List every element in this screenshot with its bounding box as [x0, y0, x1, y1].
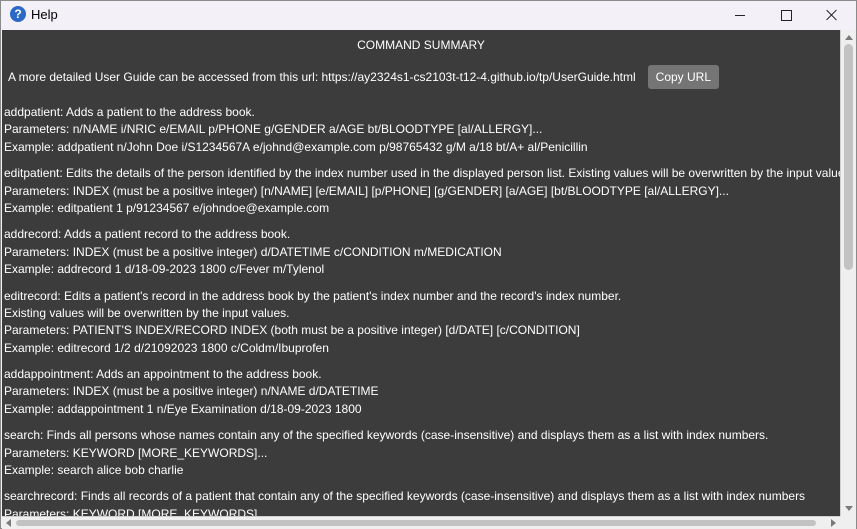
command-line: Parameters: KEYWORD [MORE_KEYWORDS]... — [4, 445, 268, 460]
help-window: ? Help COMMAND SUMMARY A more detailed U… — [0, 0, 857, 529]
scrollbar-corner — [840, 516, 856, 529]
command-block: editpatient: Edits the details of the pe… — [4, 165, 840, 217]
help-question-icon: ? — [10, 6, 26, 22]
command-line: searchrecord: Finds all records of a pat… — [4, 489, 806, 504]
horizontal-scrollbar[interactable] — [2, 516, 840, 529]
command-block: search: Finds all persons whose names co… — [4, 427, 840, 479]
command-line: Example: editrecord 1/2 d/21092023 1800 … — [4, 340, 329, 355]
command-line: addrecord: Adds a patient record to the … — [4, 227, 291, 242]
scroll-up-arrow-icon[interactable] — [845, 35, 853, 40]
command-line: editrecord: Edits a patient's record in … — [4, 288, 622, 303]
command-line: Parameters: INDEX (must be a positive in… — [4, 183, 729, 198]
copy-url-button[interactable]: Copy URL — [647, 65, 720, 89]
command-line: Example: addrecord 1 d/18-09-2023 1800 c… — [4, 262, 325, 277]
command-line: Parameters: INDEX (must be a positive in… — [4, 244, 502, 259]
command-line: search: Finds all persons whose names co… — [4, 428, 769, 443]
command-line: Example: editpatient 1 p/91234567 e/john… — [4, 200, 330, 215]
command-block: addrecord: Adds a patient record to the … — [4, 226, 840, 278]
command-block: addpatient: Adds a patient to the addres… — [4, 104, 840, 156]
command-block: editrecord: Edits a patient's record in … — [4, 288, 840, 358]
scroll-left-arrow-icon[interactable] — [6, 519, 11, 527]
window-title: Help — [31, 7, 58, 22]
command-line: Parameters: n/NAME i/NRIC e/EMAIL p/PHON… — [4, 122, 543, 137]
command-line: Parameters: INDEX (must be a positive in… — [4, 384, 379, 399]
command-line: addappointment: Adds an appointment to t… — [4, 367, 322, 382]
command-line: Parameters: PATIENT'S INDEX/RECORD INDEX… — [4, 323, 580, 338]
close-icon — [826, 9, 838, 21]
horizontal-scroll-thumb[interactable] — [16, 520, 816, 526]
minimize-button[interactable] — [717, 1, 763, 29]
maximize-icon — [780, 9, 792, 21]
command-block: searchrecord: Finds all records of a pat… — [4, 488, 840, 516]
vertical-scrollbar[interactable] — [840, 30, 856, 516]
help-content: COMMAND SUMMARY A more detailed User Gui… — [2, 30, 840, 516]
command-line: Existing values will be overwritten by t… — [4, 305, 290, 320]
command-line: editpatient: Edits the details of the pe… — [4, 166, 840, 181]
minimize-icon — [735, 14, 745, 16]
scroll-right-arrow-icon[interactable] — [831, 519, 836, 527]
maximize-button[interactable] — [763, 1, 809, 29]
command-line: Example: addappointment 1 n/Eye Examinat… — [4, 401, 362, 416]
user-guide-url-text: A more detailed User Guide can be access… — [8, 70, 636, 84]
command-block: addappointment: Adds an appointment to t… — [4, 366, 840, 418]
vertical-scroll-thumb[interactable] — [844, 44, 853, 270]
url-row: A more detailed User Guide can be access… — [8, 65, 720, 89]
command-line: Parameters: KEYWORD [MORE_KEYWORDS]... — [4, 506, 268, 516]
close-button[interactable] — [809, 1, 855, 29]
command-line: addpatient: Adds a patient to the addres… — [4, 105, 255, 119]
command-line: Example: addpatient n/John Doe i/S123456… — [4, 139, 588, 154]
command-line: Example: search alice bob charlie — [4, 463, 184, 478]
command-list: addpatient: Adds a patient to the addres… — [4, 104, 840, 516]
scroll-down-arrow-icon[interactable] — [845, 506, 853, 511]
summary-title: COMMAND SUMMARY — [357, 38, 485, 52]
title-bar[interactable]: ? Help — [1, 1, 856, 29]
